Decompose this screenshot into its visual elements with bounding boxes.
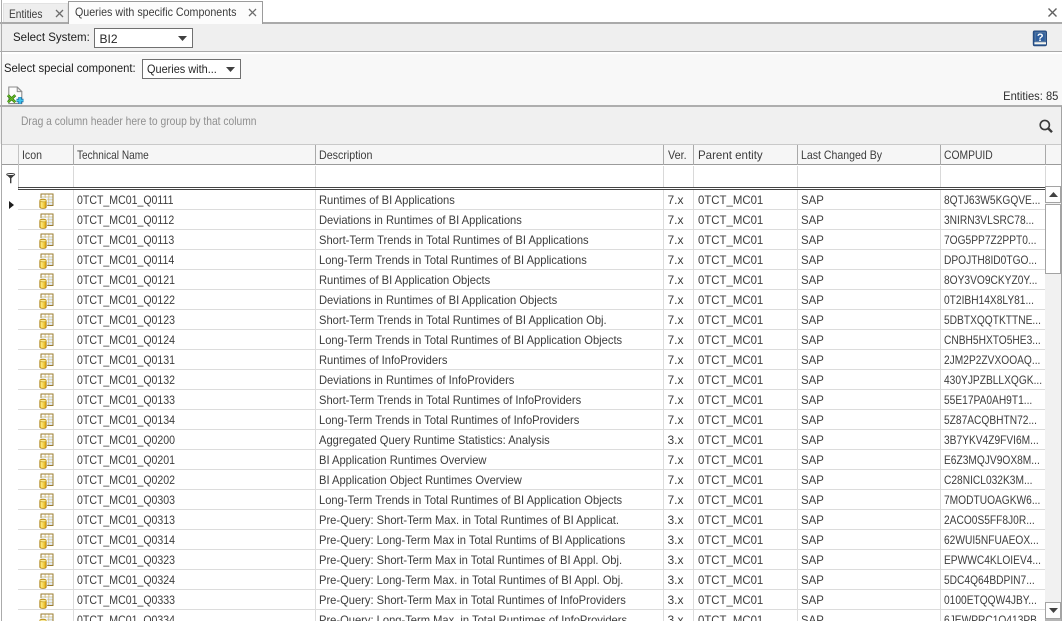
svg-text:?: ? — [1036, 31, 1043, 43]
